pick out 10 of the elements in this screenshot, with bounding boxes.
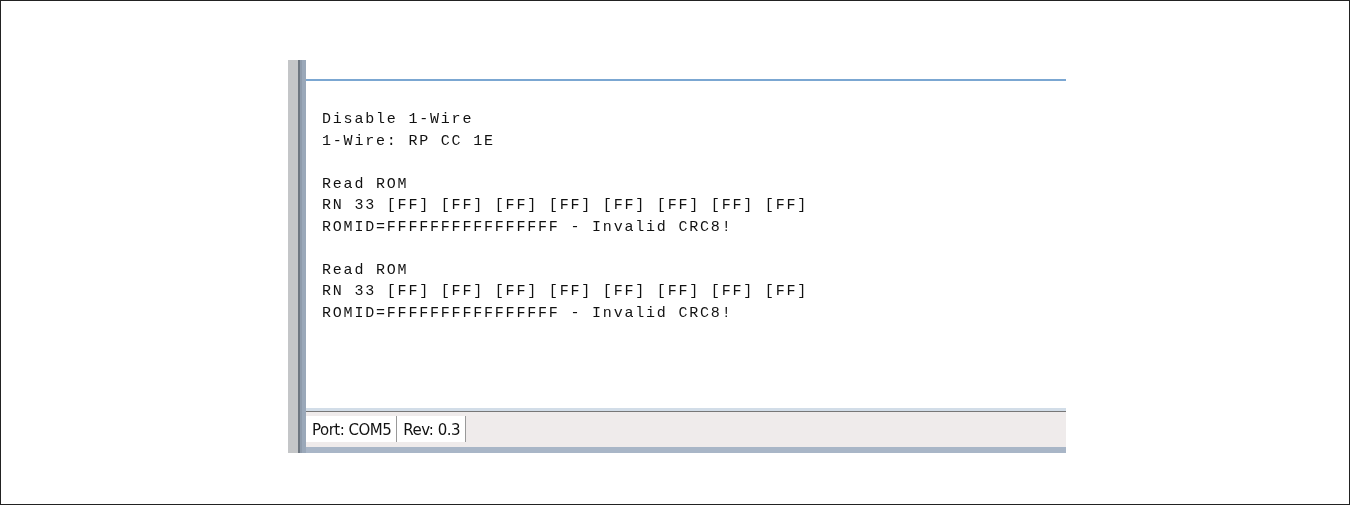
log-line: ROMID=FFFFFFFFFFFFFFFF - Invalid CRC8! — [322, 303, 734, 324]
log-line: 1-Wire: RP CC 1E — [322, 131, 496, 152]
log-line: RN 33 [FF] [FF] [FF] [FF] [FF] [FF] [FF] [FF] — [322, 196, 810, 216]
log-line: RN 33 [FF] [FF] [FF] [FF] [FF] [FF] [FF] [FF] — [322, 282, 810, 302]
status-text: Port: COM5 — [306, 416, 398, 442]
log-line: Read ROM — [322, 260, 410, 281]
status-text: Rev: 0.3 — [397, 416, 467, 442]
log-line: Read ROM — [322, 174, 410, 195]
log-line: ROMID=FFFFFFFFFFFFFFFF - Invalid CRC8! — [322, 217, 734, 238]
log-line: Disable 1-Wire — [322, 110, 475, 130]
